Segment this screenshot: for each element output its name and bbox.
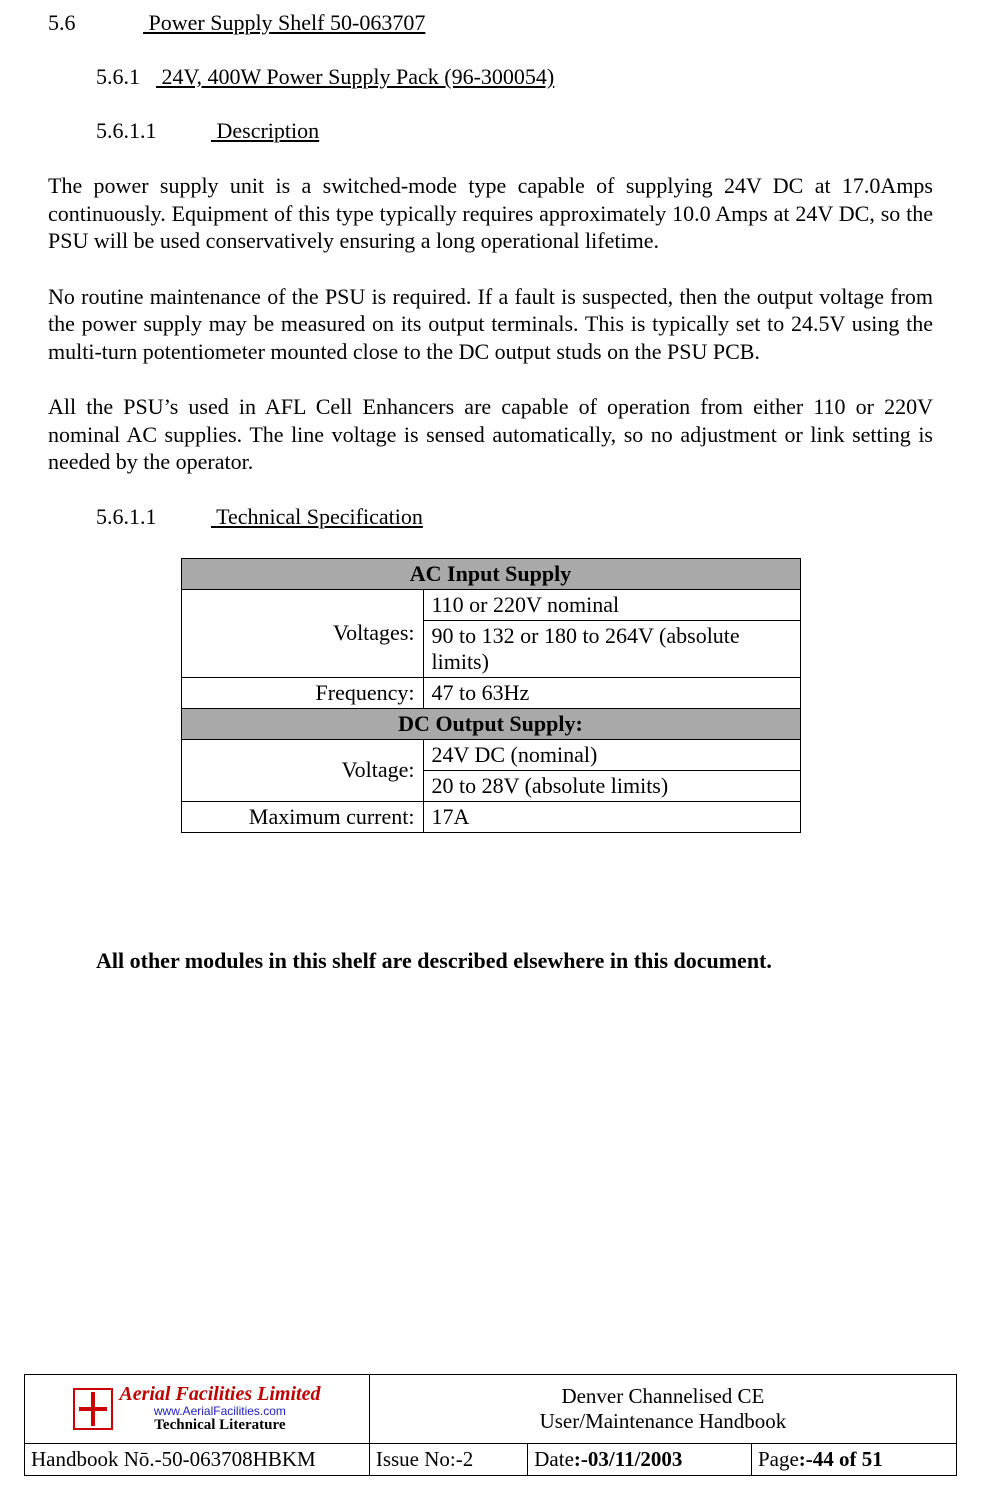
handbook-label: Handbook Nō.- xyxy=(31,1447,162,1471)
doc-title-line1: Denver Channelised CE xyxy=(376,1384,950,1409)
subsubsection-title: Technical Specification xyxy=(216,504,423,529)
spec-label-frequency: Frequency: xyxy=(181,677,423,708)
page-value: :-44 of 51 xyxy=(799,1447,883,1471)
subsection-heading-5-6-1: 5.6.1 24V, 400W Power Supply Pack (96-30… xyxy=(96,64,933,90)
logo-line3: Technical Literature xyxy=(119,1418,320,1434)
subsection-title: 24V, 400W Power Supply Pack (96-300054) xyxy=(162,64,555,89)
date-value: :-03/11/2003 xyxy=(574,1447,683,1471)
footer-issue: Issue No:-2 xyxy=(369,1444,527,1476)
paragraph-1: The power supply unit is a switched-mode… xyxy=(48,172,933,255)
page-label: Page xyxy=(758,1447,799,1471)
footer-page: Page:-44 of 51 xyxy=(751,1444,956,1476)
company-logo-icon xyxy=(73,1388,113,1430)
date-label: Date xyxy=(534,1447,574,1471)
spec-value: 47 to 63Hz xyxy=(423,677,800,708)
issue-label: Issue No:- xyxy=(376,1447,463,1471)
footer-handbook: Handbook Nō.-50-063708HBKM xyxy=(25,1444,370,1476)
spec-value: 110 or 220V nominal xyxy=(423,589,800,620)
footer-logo-cell: Aerial Facilities Limited www.AerialFaci… xyxy=(25,1375,370,1444)
subsubsection-heading-description: 5.6.1.1 Description xyxy=(96,118,933,144)
subsubsection-title: Description xyxy=(217,118,320,143)
spec-table: AC Input Supply Voltages: 110 or 220V no… xyxy=(181,558,801,833)
footer-doc-title: Denver Channelised CE User/Maintenance H… xyxy=(369,1375,956,1444)
section-number: 5.6 xyxy=(48,10,143,36)
footer-date: Date:-03/11/2003 xyxy=(528,1444,752,1476)
handbook-value: 50-063708HBKM xyxy=(162,1447,316,1471)
subsubsection-number: 5.6.1.1 xyxy=(96,118,211,144)
logo-line1: Aerial Facilities Limited xyxy=(119,1384,320,1405)
page-footer: Aerial Facilities Limited www.AerialFaci… xyxy=(24,1374,957,1476)
spec-label-maxcurrent: Maximum current: xyxy=(181,801,423,832)
section-heading-5-6: 5.6 Power Supply Shelf 50-063707 xyxy=(48,10,933,36)
section-title: Power Supply Shelf 50-063707 xyxy=(149,10,426,35)
spec-value: 90 to 132 or 180 to 264V (absolute limit… xyxy=(423,620,800,677)
spec-group-dc: DC Output Supply: xyxy=(181,708,800,739)
subsubsection-heading-techspec: 5.6.1.1 Technical Specification xyxy=(96,504,933,530)
spec-label-voltage: Voltage: xyxy=(181,739,423,801)
spec-group-ac: AC Input Supply xyxy=(181,558,800,589)
issue-value: 2 xyxy=(463,1447,474,1471)
spec-label-voltages: Voltages: xyxy=(181,589,423,677)
closing-note: All other modules in this shelf are desc… xyxy=(96,948,933,974)
doc-title-line2: User/Maintenance Handbook xyxy=(376,1409,950,1434)
spec-value: 17A xyxy=(423,801,800,832)
subsection-number: 5.6.1 xyxy=(96,64,156,90)
subsubsection-number: 5.6.1.1 xyxy=(96,504,211,530)
spec-value: 24V DC (nominal) xyxy=(423,739,800,770)
paragraph-2: No routine maintenance of the PSU is req… xyxy=(48,283,933,366)
spec-value: 20 to 28V (absolute limits) xyxy=(423,770,800,801)
paragraph-3: All the PSU’s used in AFL Cell Enhancers… xyxy=(48,393,933,476)
